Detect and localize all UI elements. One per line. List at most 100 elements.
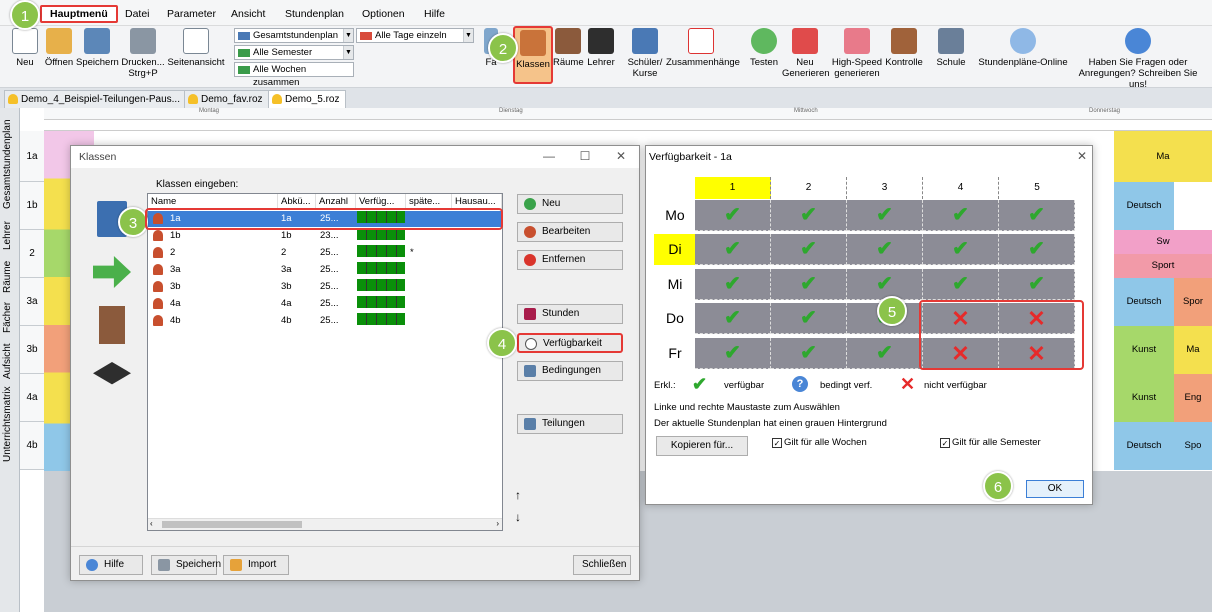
side-tab-unterrichtsmatrix[interactable]: Unterrichtsmatrix (2, 386, 18, 462)
horizontal-scrollbar[interactable]: ‹ › (148, 518, 502, 530)
table-row[interactable]: 4b 4b 25... (148, 313, 502, 329)
period-header-2[interactable]: 2 (771, 177, 847, 199)
tab-demo4[interactable]: Demo_4_Beispiel-Teilungen-Paus... (4, 90, 187, 108)
scroll-right-icon[interactable]: › (496, 519, 499, 528)
table-row[interactable]: 1b 1b 23... (148, 228, 502, 244)
hilfe-button[interactable]: Hilfe (79, 555, 143, 575)
tt-cell[interactable]: Eng (1174, 374, 1212, 422)
avail-cell-mi-4[interactable]: ✔ (923, 269, 999, 300)
close-icon[interactable]: ✕ (611, 149, 631, 165)
side-tab-gesamtstundenplan[interactable]: Gesamtstundenplan (2, 114, 18, 214)
import-button[interactable]: Import (223, 555, 289, 575)
menu-datei[interactable]: Datei (117, 5, 158, 23)
side-tab-raeume[interactable]: Räume (2, 258, 18, 296)
menu-stundenplan[interactable]: Stundenplan (277, 5, 352, 23)
table-row[interactable]: 2 2 25... * (148, 245, 502, 261)
klassen-button[interactable]: Klassen (513, 26, 553, 84)
side-tab-lehrer[interactable]: Lehrer (2, 216, 18, 256)
table-row[interactable]: 4a 4a 25... (148, 296, 502, 312)
tt-cell[interactable]: Sw (1114, 230, 1212, 254)
stundenplaene-online-button[interactable]: Stundenpläne-Online (976, 28, 1070, 68)
avail-cell-di-5[interactable]: ✔ (999, 234, 1075, 265)
avail-cell-mo-2[interactable]: ✔ (771, 200, 847, 231)
schliessen-button[interactable]: Schließen (573, 555, 631, 575)
table-row[interactable]: 3b 3b 25... (148, 279, 502, 295)
entfernen-button[interactable]: Entfernen (517, 250, 623, 270)
avail-cell-mo-1[interactable]: ✔ (695, 200, 771, 231)
avail-cell-di-4[interactable]: ✔ (923, 234, 999, 265)
tab-demo-fav[interactable]: Demo_fav.roz (184, 90, 270, 108)
zusammenhaenge-button[interactable]: Zusammenhänge (666, 28, 740, 68)
day-label-mi[interactable]: Mi (654, 269, 696, 300)
move-up-icon[interactable]: ↑ (515, 488, 521, 502)
neu-button[interactable]: Neu (10, 28, 40, 68)
tt-cell[interactable]: Kunst (1114, 326, 1174, 374)
period-header-5[interactable]: 5 (999, 177, 1075, 199)
avail-cell-di-2[interactable]: ✔ (771, 234, 847, 265)
kontrolle-button[interactable]: Kontrolle (884, 28, 924, 68)
testen-button[interactable]: Testen (746, 28, 782, 68)
tab-demo5[interactable]: Demo_5.roz (268, 90, 347, 108)
period-header-4[interactable]: 4 (923, 177, 999, 199)
raeume-button[interactable]: Räume (553, 28, 584, 68)
tt-cell[interactable]: Sport (1114, 254, 1212, 278)
neu-generieren-button[interactable]: Neu Generieren (782, 28, 830, 79)
maximize-icon[interactable]: ☐ (575, 149, 595, 165)
menu-hilfe[interactable]: Hilfe (416, 5, 453, 23)
wochen-combo[interactable]: Alle Wochen zusammen (234, 62, 354, 88)
menu-optionen[interactable]: Optionen (354, 5, 413, 23)
semester-combo[interactable]: Alle Semester ▼ (234, 45, 354, 60)
table-row[interactable]: 3a 3a 25... (148, 262, 502, 278)
tt-cell[interactable]: Deutsch (1114, 422, 1174, 470)
tage-combo[interactable]: Alle Tage einzeln ▼ (356, 28, 474, 43)
avail-cell-mi-1[interactable]: ✔ (695, 269, 771, 300)
avail-cell-mo-5[interactable]: ✔ (999, 200, 1075, 231)
tt-cell[interactable]: Ma (1114, 131, 1212, 182)
tt-cell[interactable]: Spo (1174, 422, 1212, 470)
bearbeiten-button[interactable]: Bearbeiten (517, 222, 623, 242)
avail-cell-di-3[interactable]: ✔ (847, 234, 923, 265)
tt-cell[interactable]: Ma (1174, 326, 1212, 374)
avail-cell-fr-1[interactable]: ✔ (695, 338, 771, 369)
avail-cell-fr-3[interactable]: ✔ (847, 338, 923, 369)
minimize-icon[interactable]: — (539, 149, 559, 165)
menu-parameter[interactable]: Parameter (159, 5, 224, 23)
stunden-button[interactable]: Stunden (517, 304, 623, 324)
verfuegbarkeit-button[interactable]: Verfügbarkeit (517, 333, 623, 353)
plan-combo[interactable]: Gesamtstundenplan ▼ (234, 28, 354, 43)
kopieren-button[interactable]: Kopieren für... (656, 436, 748, 456)
oeffnen-button[interactable]: Öffnen (42, 28, 76, 68)
menu-ansicht[interactable]: Ansicht (223, 5, 273, 23)
day-label-mo[interactable]: Mo (654, 200, 696, 231)
avail-cell-mi-3[interactable]: ✔ (847, 269, 923, 300)
menu-hauptmenue[interactable]: Hauptmenü (40, 5, 118, 23)
seitenansicht-button[interactable]: Seitenansicht (166, 28, 226, 68)
side-tab-aufsicht[interactable]: Aufsicht (2, 338, 18, 384)
day-label-di[interactable]: Di (654, 234, 696, 265)
alle-semester-checkbox[interactable]: ✓ Gilt für alle Semester (940, 437, 1041, 448)
drucken-button[interactable]: Drucken... Strg+P (120, 28, 166, 79)
tt-cell[interactable]: Deutsch (1114, 278, 1174, 326)
teilungen-button[interactable]: Teilungen (517, 414, 623, 434)
speichern-button[interactable]: Speichern (76, 28, 119, 68)
avail-cell-mo-3[interactable]: ✔ (847, 200, 923, 231)
schueler-kurse-button[interactable]: Schüler/Kurse (622, 28, 668, 79)
avail-cell-fr-2[interactable]: ✔ (771, 338, 847, 369)
tt-cell[interactable]: Deutsch (1114, 182, 1174, 230)
avail-cell-mi-2[interactable]: ✔ (771, 269, 847, 300)
avail-cell-mo-4[interactable]: ✔ (923, 200, 999, 231)
scroll-left-icon[interactable]: ‹ (150, 519, 153, 528)
avail-cell-mi-5[interactable]: ✔ (999, 269, 1075, 300)
avail-cell-do-2[interactable]: ✔ (771, 303, 847, 334)
period-header-1[interactable]: 1 (695, 177, 771, 199)
high-speed-button[interactable]: High-Speed generieren (830, 28, 884, 79)
tt-cell[interactable]: Kunst (1114, 374, 1174, 422)
side-tab-faecher[interactable]: Fächer (2, 298, 18, 336)
tt-cell[interactable]: Spor (1174, 278, 1212, 326)
ok-button[interactable]: OK (1026, 480, 1084, 498)
close-icon[interactable]: ✕ (1072, 149, 1092, 165)
avail-cell-do-1[interactable]: ✔ (695, 303, 771, 334)
avail-cell-di-1[interactable]: ✔ (695, 234, 771, 265)
bedingungen-button[interactable]: Bedingungen (517, 361, 623, 381)
alle-wochen-checkbox[interactable]: ✓ Gilt für alle Wochen (772, 437, 867, 448)
